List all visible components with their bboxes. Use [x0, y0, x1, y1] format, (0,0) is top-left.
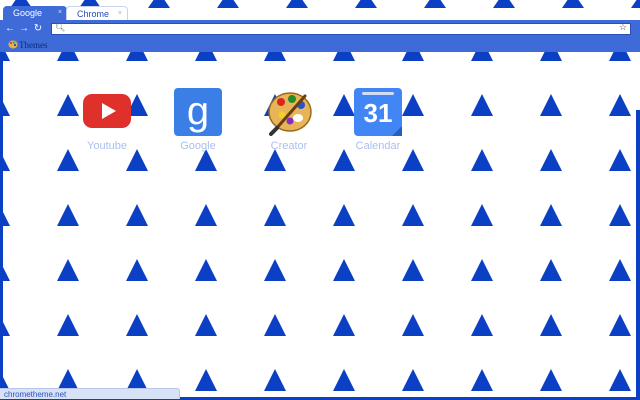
google-icon: g — [174, 88, 222, 136]
tab-label: Google — [13, 8, 43, 18]
tab-strip: Google × Chrome × — [0, 6, 640, 20]
window-frame-right — [636, 110, 640, 400]
palette-icon — [265, 88, 313, 136]
app-youtube[interactable]: Youtube — [72, 88, 142, 152]
bookmarks-bar: Themes — [0, 38, 640, 52]
tab-chrome[interactable]: Chrome × — [66, 6, 128, 20]
window-frame-left — [0, 52, 3, 400]
star-icon[interactable]: ☆ — [619, 22, 627, 33]
omnibox-input[interactable]: 🔍︎ ☆ — [51, 22, 631, 35]
app-label: Youtube — [87, 140, 127, 152]
forward-arrow-icon[interactable]: → — [18, 22, 30, 36]
calendar-icon: 31 — [354, 88, 402, 136]
reload-icon[interactable]: ↻ — [32, 22, 44, 36]
app-label: Google — [180, 140, 216, 152]
tab-label: Chrome — [77, 9, 110, 19]
bookmark-themes[interactable]: Themes — [8, 39, 48, 51]
status-url: chrometheme.net — [4, 390, 67, 399]
close-icon[interactable]: × — [118, 7, 122, 21]
bookmark-label: Themes — [19, 40, 48, 50]
app-label: Calendar — [355, 140, 401, 152]
back-arrow-icon[interactable]: ← — [4, 22, 16, 36]
close-icon[interactable]: × — [58, 6, 62, 20]
app-label: Creator — [270, 140, 308, 152]
search-icon: 🔍︎ — [55, 23, 66, 32]
tab-google[interactable]: Google × — [3, 6, 67, 20]
app-creator[interactable]: Creator — [254, 88, 324, 152]
status-bar: chrometheme.net — [0, 388, 180, 399]
toolbar: ← → ↻ 🔍︎ ☆ — [0, 20, 640, 38]
themes-palette-icon — [8, 40, 18, 49]
app-google[interactable]: g Google — [163, 88, 233, 152]
app-calendar[interactable]: 31 Calendar — [343, 88, 413, 152]
youtube-icon — [83, 88, 131, 136]
